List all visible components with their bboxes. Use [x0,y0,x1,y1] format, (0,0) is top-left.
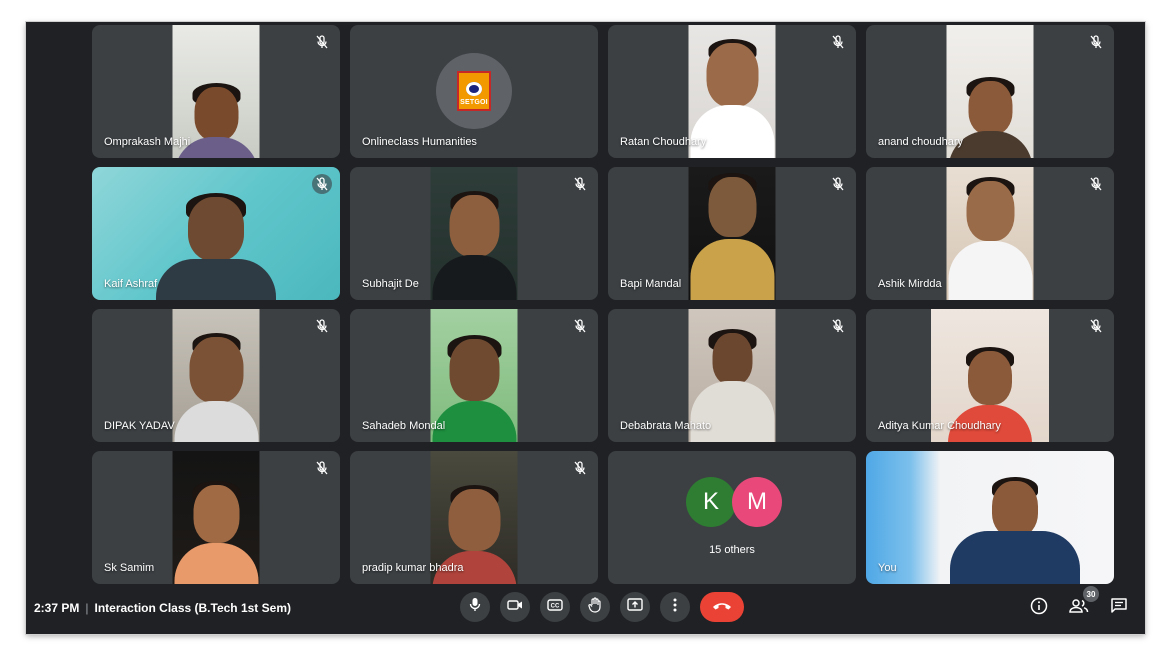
camera-button[interactable] [500,592,530,622]
end-call-icon [712,598,732,616]
participant-name: Ashik Mirdda [878,278,942,290]
side-controls: 30 [1027,586,1131,620]
mic-off-icon [829,317,847,335]
more-options-icon [673,598,677,617]
participant-tile[interactable]: anand choudhary [866,25,1114,158]
participant-tile[interactable]: Sahadeb Mondal [350,309,598,442]
meeting-details-button[interactable] [1027,596,1051,620]
others-count-label: 15 others [709,544,755,556]
captions-button[interactable]: CC [540,592,570,622]
participant-tile[interactable]: Omprakash Majhi [92,25,340,158]
mic-off-icon [313,317,331,335]
avatar: M [732,477,782,527]
participant-name: Debabrata Mahato [620,420,712,432]
raise-hand-icon [588,596,602,618]
participant-tile[interactable]: SETGOI Onlineclass Humanities [350,25,598,158]
participant-video [172,309,260,442]
participant-tile[interactable]: Sk Samim [92,451,340,584]
captions-icon: CC [547,598,563,616]
mic-off-icon [571,175,589,193]
mic-off-icon [313,33,331,51]
participant-name: Sahadeb Mondal [362,420,446,432]
participant-tile[interactable]: Ratan Choudhary [608,25,856,158]
microphone-button[interactable] [460,592,490,622]
participant-grid: Omprakash Majhi SETGOI Onlineclass Human… [92,25,1114,584]
participant-name: DIPAK YADAV [104,420,175,432]
meeting-toolbar: 2:37 PM | Interaction Class (B.Tech 1st Se… [26,586,1145,634]
setgoi-logo: SETGOI [457,71,491,111]
present-screen-icon [627,598,643,616]
participant-video [430,167,518,300]
participant-tile[interactable]: Aditya Kumar Choudhary [866,309,1114,442]
mic-off-icon [1087,175,1105,193]
raise-hand-button[interactable] [580,592,610,622]
participant-name: anand choudhary [878,136,964,148]
mic-off-icon [571,459,589,477]
participant-video [688,167,776,300]
mic-off-icon [829,33,847,51]
participant-tile[interactable]: Subhajit De [350,167,598,300]
participant-video [172,451,260,584]
participant-name: Subhajit De [362,278,419,290]
mic-off-icon [1087,317,1105,335]
info-icon [1030,597,1048,620]
end-call-button[interactable] [700,592,744,622]
self-tile[interactable]: You [866,451,1114,584]
svg-text:CC: CC [551,604,560,610]
participant-name: Kaif Ashraf [104,278,158,290]
call-controls: CC [460,592,744,622]
meeting-title: Interaction Class (B.Tech 1st Sem) [94,601,291,615]
participant-name: Sk Samim [104,562,155,574]
participants-button[interactable]: 30 [1067,586,1099,620]
participant-tile[interactable]: pradip kumar bhadra [350,451,598,584]
participant-name: pradip kumar bhadra [362,562,464,574]
mic-off-icon [829,175,847,193]
microphone-icon [469,597,481,617]
mic-off-icon [1087,33,1105,51]
mic-off-icon [313,459,331,477]
organization-avatar: SETGOI [436,53,512,129]
participant-tile[interactable]: Kaif Ashraf [92,167,340,300]
participant-name: Omprakash Majhi [104,136,191,148]
mic-off-icon [312,174,332,194]
present-screen-button[interactable] [620,592,650,622]
camera-icon [507,598,523,616]
separator: | [85,601,89,615]
participant-tile[interactable]: Ashik Mirdda [866,167,1114,300]
meeting-time: 2:37 PM [34,601,80,615]
participant-name: Aditya Kumar Choudhary [878,420,1001,432]
meeting-info: 2:37 PM | Interaction Class (B.Tech 1st Se… [34,601,291,615]
participants-count-badge: 30 [1083,586,1099,602]
mic-off-icon [571,317,589,335]
participant-tile[interactable]: DIPAK YADAV [92,309,340,442]
more-options-button[interactable] [660,592,690,622]
participant-name: Bapi Mandal [620,278,682,290]
chat-button[interactable] [1107,596,1131,620]
participant-name: Ratan Choudhary [620,136,707,148]
chat-icon [1110,597,1128,620]
participant-name: Onlineclass Humanities [362,136,477,148]
participant-tile[interactable]: Debabrata Mahato [608,309,856,442]
participant-name: You [878,562,897,574]
others-tile[interactable]: K M 15 others [608,451,856,584]
participant-video [946,167,1034,300]
meet-window: Omprakash Majhi SETGOI Onlineclass Human… [26,22,1145,634]
avatar: K [686,477,736,527]
participant-tile[interactable]: Bapi Mandal [608,167,856,300]
